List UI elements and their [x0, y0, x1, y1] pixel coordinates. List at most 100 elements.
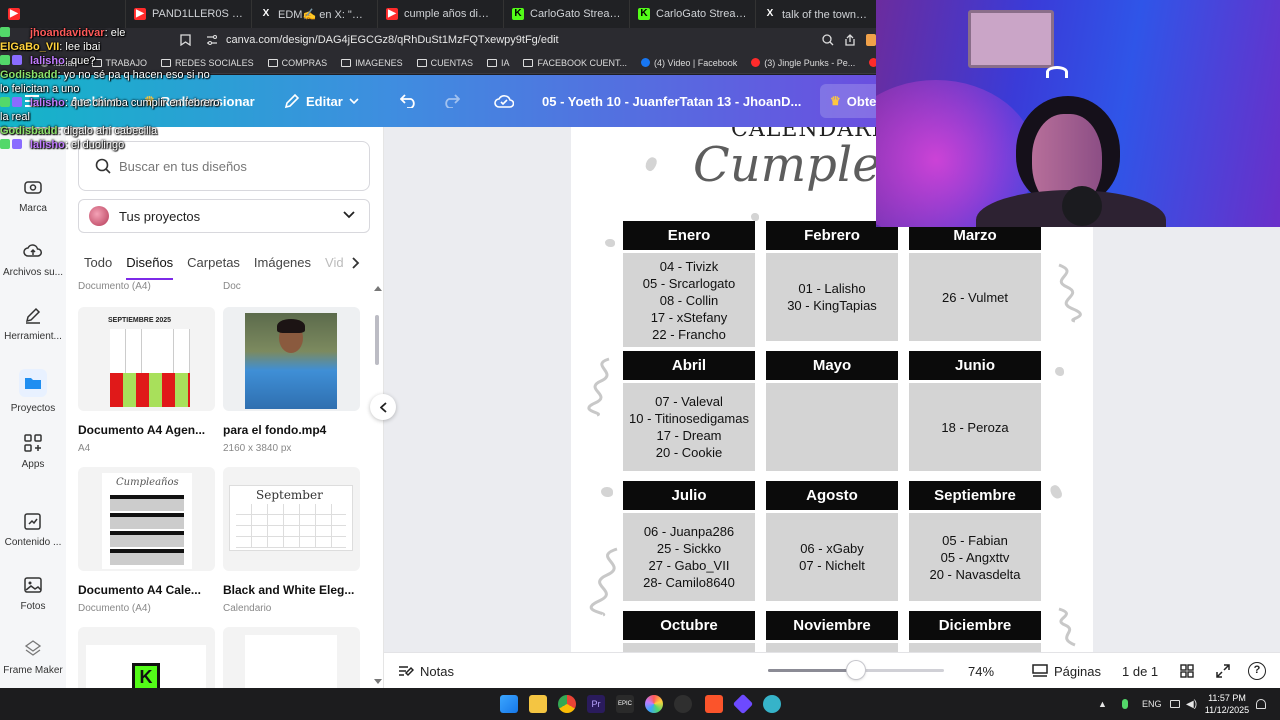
volume-tray[interactable]: ◀) — [1186, 688, 1197, 720]
browser-tab[interactable]: ▶ — [0, 0, 126, 28]
edit-mode-button[interactable]: Editar — [284, 75, 359, 127]
bell-icon — [1256, 699, 1266, 709]
pages-icon — [1032, 664, 1048, 677]
notifications-tray[interactable] — [1256, 688, 1266, 720]
bookmark-item[interactable]: IA — [486, 58, 509, 68]
proton-icon[interactable] — [732, 693, 754, 715]
month-birthdays: 05 - Fabian 05 - Angxttv 20 - Navasdelta — [909, 513, 1041, 601]
network-tray[interactable] — [1170, 688, 1180, 720]
zoom-icon[interactable] — [822, 34, 834, 46]
premiere-icon[interactable]: Pr — [587, 695, 605, 713]
filter-tab[interactable]: Todo — [84, 255, 112, 280]
brave-icon[interactable] — [705, 695, 723, 713]
redo-button[interactable] — [442, 75, 460, 127]
pages-button[interactable]: Páginas — [1032, 653, 1101, 689]
browser-tab[interactable]: K CarloGato Stream - Watch — [630, 0, 756, 28]
microphone — [1062, 186, 1102, 226]
chat-text: lee ibai — [65, 41, 101, 53]
design-card[interactable]: September Black and White Eleg... Calend… — [223, 467, 360, 614]
month-block[interactable]: Mayo — [766, 351, 898, 471]
zoom-value[interactable]: 74% — [968, 653, 994, 689]
browser-tab[interactable]: K CarloGato Stream - Watch — [504, 0, 630, 28]
month-block[interactable]: Marzo 26 - Vulmet — [909, 221, 1041, 341]
app-icon[interactable] — [645, 695, 663, 713]
browser-tab[interactable]: Xtalk of the town🚀 ◆ en — [756, 0, 876, 28]
month-block[interactable]: Junio 18 - Peroza — [909, 351, 1041, 471]
filter-tab[interactable]: Imágenes — [254, 255, 311, 280]
rail-archivos[interactable]: Archivos su... — [0, 241, 66, 278]
design-card[interactable]: para el fondo.mp4 2160 x 3840 px — [223, 307, 360, 454]
cloud-save-status[interactable] — [494, 75, 514, 127]
decor-squiggle — [1058, 607, 1076, 647]
epic-games-icon[interactable]: EPIC — [616, 695, 634, 713]
marca-icon — [23, 177, 43, 197]
url-text[interactable]: canva.com/design/DAG4jEGCGz8/qRhDuSt1MzF… — [226, 34, 559, 46]
undo-button[interactable] — [400, 75, 418, 127]
rail-herramientas[interactable]: Herramient... — [0, 305, 66, 342]
design-card[interactable]: Cumpleaños Documento A4 Cale... Document… — [78, 467, 215, 614]
month-block[interactable]: Octubre — [623, 611, 755, 652]
month-block[interactable]: Diciembre — [909, 611, 1041, 652]
rail-marca[interactable]: Marca — [0, 177, 66, 214]
tray-overflow[interactable]: ▲ — [1098, 688, 1107, 720]
folder-icon — [486, 58, 497, 67]
language-indicator[interactable]: ENG — [1142, 688, 1162, 720]
collapse-panel-button[interactable] — [370, 394, 396, 420]
share-icon[interactable] — [844, 34, 856, 46]
rail-contenido[interactable]: Contenido ... — [0, 511, 66, 548]
rail-fotos[interactable]: Fotos — [0, 575, 66, 612]
rail-proyectos[interactable]: Proyectos — [0, 369, 66, 414]
rail-apps[interactable]: Apps — [0, 433, 66, 470]
browser-tab[interactable]: X EDM✍️ en X: "@DbJorge — [252, 0, 378, 28]
notes-button[interactable]: Notas — [398, 653, 454, 689]
projects-dropdown[interactable]: Tus proyectos — [78, 199, 370, 233]
chrome-icon[interactable] — [558, 695, 576, 713]
design-card[interactable]: SEPTIEMBRE 2025 Documento A4 Agen... A4 — [78, 307, 215, 454]
month-block[interactable]: Julio 06 - Juanpa286 25 - Sickko 27 - Gabo_… — [623, 481, 755, 601]
design-card[interactable]: K — [78, 627, 215, 697]
clock[interactable]: 11:57 PM 11/12/2025 — [1204, 692, 1250, 716]
bookmark-item[interactable]: FACEBOOK CUENT... — [523, 58, 627, 68]
rail-frame-maker[interactable]: Frame Maker — [0, 639, 66, 676]
document-title[interactable]: 05 - Yoeth 10 - JuanferTatan 13 - JhoanD… — [542, 75, 801, 127]
grid-view-button[interactable] — [1180, 653, 1194, 689]
filter-tab[interactable]: Vid — [325, 255, 344, 280]
month-block[interactable]: Agosto 06 - xGaby 07 - Nichelt — [766, 481, 898, 601]
obs-icon[interactable] — [674, 695, 692, 713]
month-block[interactable]: Enero 04 - Tivizk 05 - Srcarlogato 08 - Col… — [623, 221, 755, 347]
panel-scrollbar[interactable] — [375, 315, 379, 365]
page-count[interactable]: 1 de 1 — [1122, 653, 1158, 689]
browser-tab[interactable]: ▶ PAND1LLER0S me llevan a — [126, 0, 252, 28]
search-placeholder: Buscar en tus diseños — [119, 158, 247, 174]
filter-tab[interactable]: Carpetas — [187, 255, 240, 280]
bookmark-item[interactable]: (3) Jingle Punks - Pe... — [751, 58, 855, 68]
chat-text: el duolingo — [70, 139, 125, 151]
bookmark-item[interactable]: COMPRAS — [267, 58, 327, 68]
bookmark-item[interactable]: CUENTAS — [416, 58, 473, 68]
fullscreen-button[interactable] — [1216, 653, 1230, 689]
globe-icon[interactable] — [763, 695, 781, 713]
scroll-down-icon[interactable] — [374, 679, 382, 685]
birthday-entry: 25 - Sickko — [656, 541, 722, 556]
clock-time: 11:57 PM — [1208, 693, 1246, 703]
zoom-slider-thumb[interactable] — [847, 661, 865, 679]
extension-icon[interactable] — [866, 34, 876, 46]
frame-maker-icon — [23, 639, 43, 659]
month-block[interactable]: Febrero 01 - Lalisho 30 - KingTapias — [766, 221, 898, 341]
page-count-text: 1 de 1 — [1122, 663, 1159, 679]
mic-tray[interactable] — [1122, 688, 1128, 720]
bookmark-item[interactable]: (4) Video | Facebook — [641, 58, 737, 68]
month-block[interactable]: Septiembre 05 - Fabian 05 - Angxttv 20 - Na… — [909, 481, 1041, 601]
decor-squiggle — [1058, 263, 1082, 323]
file-explorer-icon[interactable] — [529, 695, 547, 713]
chevron-right-icon[interactable] — [352, 257, 360, 269]
browser-tab[interactable]: ▶ cumple años diomedes di — [378, 0, 504, 28]
filter-tab[interactable]: Diseños — [126, 255, 174, 280]
windows-start-icon[interactable] — [500, 695, 518, 713]
bookmark-item[interactable]: IMAGENES — [341, 58, 403, 68]
scroll-up-icon[interactable] — [374, 285, 382, 291]
help-button[interactable]: ? — [1248, 653, 1266, 689]
month-block[interactable]: Abril 07 - Valeval 10 - Titinosedigamas 17 … — [623, 351, 755, 471]
design-card[interactable] — [223, 627, 360, 697]
month-block[interactable]: Noviembre — [766, 611, 898, 652]
